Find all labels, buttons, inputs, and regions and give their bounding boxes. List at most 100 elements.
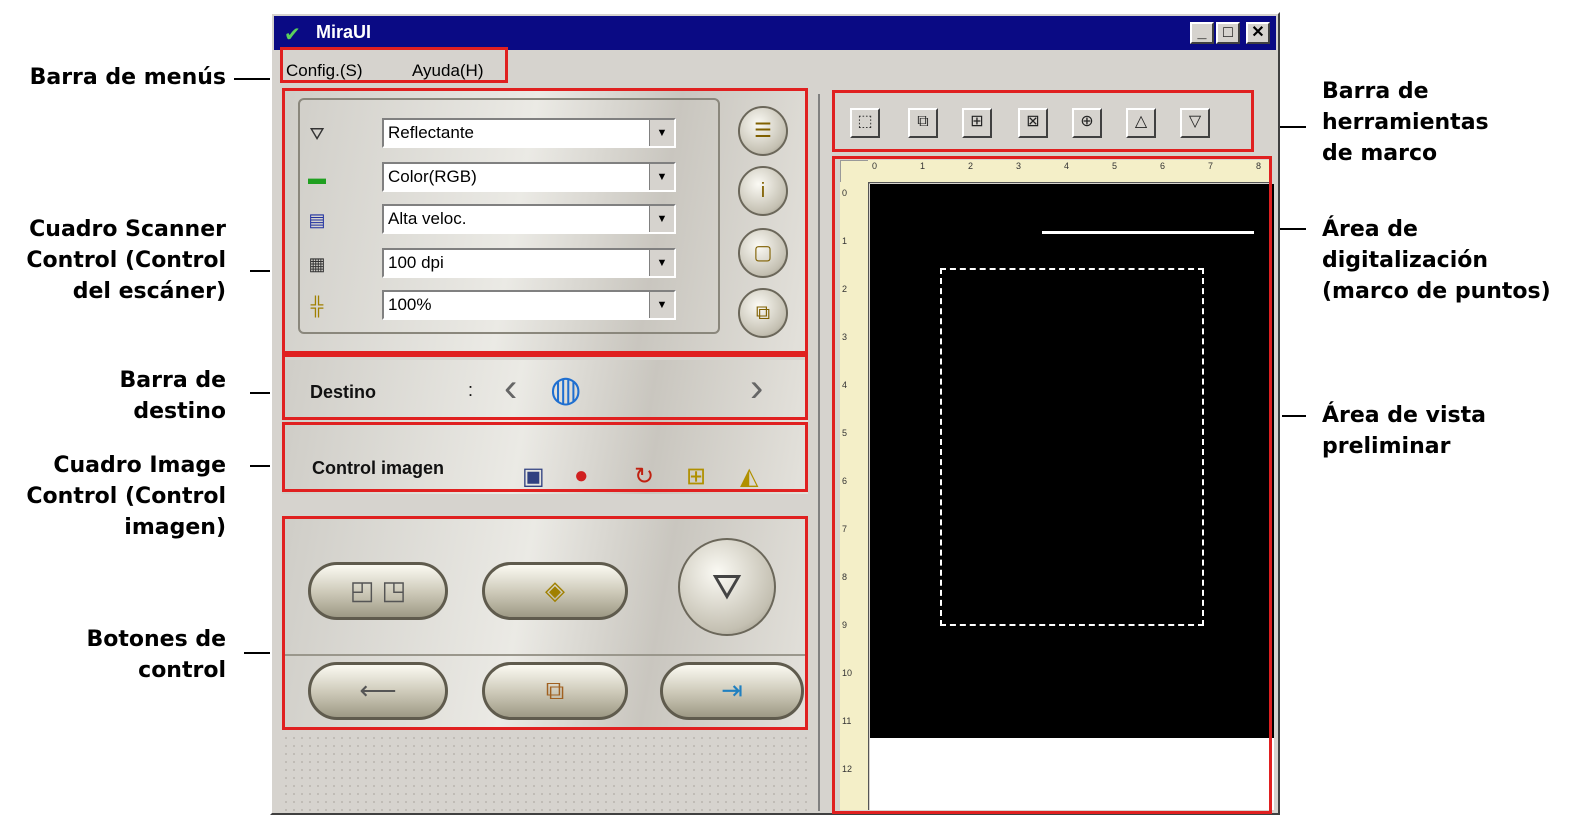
callout-line: Control (Control bbox=[26, 484, 226, 509]
callout-scanner-control: Cuadro Scanner Control (Control del escá… bbox=[0, 214, 226, 307]
color-mode-icon: ▬ bbox=[308, 168, 326, 188]
color-mode-value: Color(RGB) bbox=[388, 167, 477, 186]
ruler-mark: 12 bbox=[842, 764, 853, 774]
copy-frame-icon: ⧉ bbox=[755, 302, 771, 324]
callout-line: destino bbox=[133, 399, 226, 424]
scanner-control-panel: ⛛ Reflectante ▼ ▬ Color(RGB) ▼ ▤ Alta ve… bbox=[282, 88, 808, 354]
back-wave-icon: ⟵ bbox=[359, 675, 397, 705]
duplicate-frame-button[interactable]: ⧉ bbox=[908, 108, 938, 138]
title-bar[interactable]: ✔ MiraUI _ □ ✕ bbox=[274, 16, 1276, 50]
select-frame-icon: ⬚ bbox=[857, 113, 873, 130]
scale-select[interactable]: 100% ▼ bbox=[382, 290, 676, 320]
exit-button[interactable]: ⇥ bbox=[660, 662, 804, 720]
add-frame-icon: ⊞ bbox=[970, 113, 984, 130]
scan-type-icon: ⛛ bbox=[309, 124, 325, 144]
callout-line: herramientas bbox=[1322, 110, 1489, 135]
image-control-label: Control imagen bbox=[312, 458, 445, 478]
ruler-mark: 4 bbox=[1064, 161, 1070, 171]
delete-frame-button[interactable]: ⊠ bbox=[1018, 108, 1048, 138]
callout-control-buttons: Botones de control bbox=[0, 624, 226, 686]
up-button[interactable]: △ bbox=[1126, 108, 1156, 138]
chevron-down-icon[interactable]: ▼ bbox=[649, 164, 674, 190]
ruler-mark: 7 bbox=[1208, 161, 1214, 171]
zoom-button[interactable]: ⊕ bbox=[1072, 108, 1102, 138]
destination-label: Destino bbox=[310, 382, 377, 402]
ruler-top: 0 1 2 3 4 5 6 7 8 bbox=[868, 160, 1272, 183]
callout-line: Cuadro Scanner bbox=[29, 217, 226, 242]
destination-globe-icon[interactable]: ◍ bbox=[550, 368, 581, 410]
callout-line: Barra de bbox=[1322, 79, 1429, 104]
fit-frame-icon: ◰ ◳ bbox=[349, 575, 407, 605]
scanner-icon: ⛛ bbox=[711, 566, 743, 607]
ruler-mark: 7 bbox=[842, 524, 848, 534]
resolution-select[interactable]: 100 dpi ▼ bbox=[382, 248, 676, 278]
callout-image-control: Cuadro Image Control (Control imagen) bbox=[0, 450, 226, 543]
scan-area-frame[interactable] bbox=[940, 268, 1204, 626]
scan-button[interactable]: ⛛ bbox=[678, 538, 776, 636]
callout-line: Botones de bbox=[86, 627, 226, 652]
minimize-button[interactable]: _ bbox=[1190, 22, 1214, 44]
callout-line: preliminar bbox=[1322, 434, 1451, 459]
fit-frame-button[interactable]: ◰ ◳ bbox=[308, 562, 448, 620]
up-arrow-icon: △ bbox=[1134, 113, 1148, 130]
callout-scan-area: Área de digitalización (marco de puntos) bbox=[1322, 214, 1577, 307]
down-button[interactable]: ▽ bbox=[1180, 108, 1210, 138]
chevron-down-icon[interactable]: ▼ bbox=[649, 206, 674, 232]
preview-pane: ⬚ ⧉ ⊞ ⊠ ⊕ △ ▽ 012345678 0 1 2 3 4 5 6 7 8 9 10 11 12 bbox=[818, 90, 1274, 814]
zoom-icon: ⊕ bbox=[1080, 113, 1094, 130]
destination-bar: Destino : ‹ ◍ › bbox=[282, 360, 808, 422]
scan-mode-icon: ▤ bbox=[308, 210, 326, 230]
control-buttons-panel: ◰ ◳ ◈ ⛛ ⟵ ⧉ ⇥ bbox=[282, 518, 808, 730]
settings-list-icon: ☰ bbox=[754, 120, 772, 142]
app-logo-icon: ✔ bbox=[284, 24, 301, 46]
previous-arrow-icon[interactable]: ‹ bbox=[504, 366, 517, 411]
ruler-mark: 10 bbox=[842, 668, 853, 678]
add-frame-button[interactable]: ⊞ bbox=[962, 108, 992, 138]
select-frame-button[interactable]: ⬚ bbox=[850, 108, 880, 138]
grid-icon[interactable]: ⊞ bbox=[686, 462, 706, 491]
ruler-left: 0 1 2 3 4 5 6 7 8 9 10 11 12 bbox=[840, 182, 869, 810]
ruler-mark: 11 bbox=[842, 716, 852, 726]
chevron-down-icon[interactable]: ▼ bbox=[649, 292, 674, 318]
preview-button[interactable]: ◈ bbox=[482, 562, 628, 620]
batch-button[interactable]: ⧉ bbox=[482, 662, 628, 720]
ruler-mark: 8 bbox=[1256, 161, 1262, 171]
back-button[interactable]: ⟵ bbox=[308, 662, 448, 720]
color-wheel-icon[interactable]: ● bbox=[574, 462, 589, 490]
image-adjust-icon[interactable]: ▣ bbox=[522, 462, 545, 491]
bottom-status-area bbox=[282, 734, 808, 812]
leader-line bbox=[1282, 415, 1306, 417]
preview-image bbox=[870, 184, 1274, 738]
settings-list-button[interactable]: ☰ bbox=[738, 106, 788, 156]
ruler-mark: 6 bbox=[1160, 161, 1166, 171]
ruler-mark: 1 bbox=[920, 161, 926, 171]
frame-button[interactable]: ▢ bbox=[738, 228, 788, 278]
info-button[interactable]: i bbox=[738, 166, 788, 216]
mirror-icon[interactable]: ◭ bbox=[740, 462, 758, 491]
menu-help[interactable]: Ayuda(H) bbox=[412, 61, 484, 81]
ruler-mark: 4 bbox=[842, 380, 848, 390]
close-button[interactable]: ✕ bbox=[1246, 22, 1270, 44]
callout-line: control bbox=[138, 658, 226, 683]
window-title: MiraUI bbox=[316, 22, 372, 42]
scan-mode-select[interactable]: Alta veloc. ▼ bbox=[382, 204, 676, 234]
ruler-mark: 8 bbox=[842, 572, 848, 582]
chevron-down-icon[interactable]: ▼ bbox=[649, 250, 674, 276]
menu-config[interactable]: Config.(S) bbox=[286, 61, 363, 81]
resolution-value: 100 dpi bbox=[388, 253, 444, 272]
ruler-mark: 2 bbox=[968, 161, 974, 171]
scan-type-select[interactable]: Reflectante ▼ bbox=[382, 118, 676, 148]
down-arrow-icon: ▽ bbox=[1188, 113, 1202, 130]
ruler-mark: 5 bbox=[1112, 161, 1118, 171]
exit-door-icon: ⇥ bbox=[721, 675, 743, 705]
chevron-down-icon[interactable]: ▼ bbox=[649, 120, 674, 146]
callout-line: (marco de puntos) bbox=[1322, 279, 1551, 304]
maximize-button[interactable]: □ bbox=[1216, 22, 1240, 44]
ruler-mark: 3 bbox=[842, 332, 848, 342]
next-arrow-icon[interactable]: › bbox=[750, 366, 763, 411]
copy-frame-button[interactable]: ⧉ bbox=[738, 288, 788, 338]
color-mode-select[interactable]: Color(RGB) ▼ bbox=[382, 162, 676, 192]
rotate-icon[interactable]: ↻ bbox=[634, 462, 654, 491]
callout-line: Barra de bbox=[119, 368, 227, 393]
destination-separator: : bbox=[468, 380, 474, 400]
